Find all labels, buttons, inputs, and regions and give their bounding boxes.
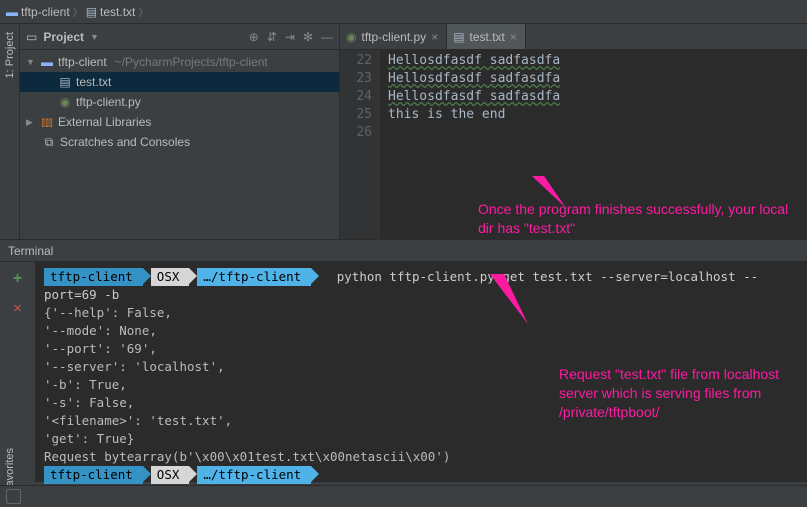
chevron-down-icon[interactable]: ▼ <box>26 57 36 67</box>
project-pane-title[interactable]: Project <box>43 30 84 44</box>
editor-code[interactable]: Hellosdfasdf sadfasdfa Hellosdfasdf sadf… <box>380 50 807 239</box>
target-icon[interactable]: ⊕ <box>249 30 259 44</box>
chevron-right-icon: 〉 <box>73 4 83 19</box>
line-number: 22 <box>340 52 372 70</box>
close-icon[interactable]: × <box>510 30 517 44</box>
code-line: Hellosdfasdf sadfasdfa <box>388 70 807 88</box>
terminal-label: Terminal <box>8 244 53 258</box>
tab-tftp-client-py[interactable]: ◉ tftp-client.py × <box>340 24 447 49</box>
prompt-seg-project: tftp-client <box>44 268 143 286</box>
terminal-output[interactable]: tftp-clientOSX…/tftp-client python tftp-… <box>36 262 807 482</box>
project-pane-header: ▭ Project ▼ ⊕ ⇵ ⇥ ✻ — <box>20 24 339 50</box>
breadcrumb-file[interactable]: ▤ test.txt <box>86 5 136 19</box>
tree-file-label: test.txt <box>76 75 111 89</box>
prompt-seg-path: …/tftp-client <box>197 466 311 484</box>
new-session-icon[interactable]: + <box>13 270 22 288</box>
tab-label: test.txt <box>470 30 505 44</box>
folder-icon: ▬ <box>40 55 54 69</box>
chevron-right-icon: 〉 <box>138 4 148 19</box>
terminal-line: 'get': True} <box>44 430 799 448</box>
text-file-icon: ▤ <box>58 75 72 89</box>
code-line: this is the end <box>388 106 807 124</box>
annotation-arrow <box>484 272 530 326</box>
prompt-seg-path: …/tftp-client <box>197 268 311 286</box>
tree-scratches[interactable]: ⧉ Scratches and Consoles <box>20 132 339 152</box>
tree-file-label: tftp-client.py <box>76 95 141 109</box>
hide-icon[interactable]: — <box>321 30 333 44</box>
terminal-pane: + × tftp-clientOSX…/tftp-client python t… <box>0 262 807 482</box>
scratches-icon: ⧉ <box>42 135 56 150</box>
tree-root-path: ~/PycharmProjects/tftp-client <box>115 55 268 69</box>
editor-pane: ◉ tftp-client.py × ▤ test.txt × 22 23 24… <box>340 24 807 239</box>
breadcrumb-file-label: test.txt <box>100 5 135 19</box>
editor-tabs: ◉ tftp-client.py × ▤ test.txt × <box>340 24 807 50</box>
terminal-header[interactable]: Terminal <box>0 240 807 262</box>
code-line: Hellosdfasdf sadfasdfa <box>388 88 807 106</box>
line-number: 24 <box>340 88 372 106</box>
project-pane: ▭ Project ▼ ⊕ ⇵ ⇥ ✻ — ▼ ▬ tftp-client ~/… <box>20 24 340 239</box>
tree-scratches-label: Scratches and Consoles <box>60 135 190 149</box>
code-line: Hellosdfasdf sadfasdfa <box>388 52 807 70</box>
folder-icon: ▭ <box>26 30 37 44</box>
tree-root-label: tftp-client <box>58 55 107 69</box>
chevron-down-icon[interactable]: ▼ <box>90 32 99 42</box>
collapse-icon[interactable]: ⇥ <box>285 30 295 44</box>
tree-file-tftp-client-py[interactable]: ◉ tftp-client.py <box>20 92 339 112</box>
tab-label: tftp-client.py <box>361 30 426 44</box>
terminal-line: '--port': '69', <box>44 340 799 358</box>
editor-gutter: 22 23 24 25 26 <box>340 50 380 239</box>
text-file-icon: ▤ <box>453 30 464 44</box>
left-tool-strip: 1: Project <box>0 24 20 239</box>
text-file-icon: ▤ <box>86 5 97 19</box>
folder-icon: ▬ <box>6 5 18 19</box>
tree-ext-label: External Libraries <box>58 115 151 129</box>
breadcrumb-root[interactable]: ▬ tftp-client <box>6 5 70 19</box>
status-bar <box>0 485 807 507</box>
close-session-icon[interactable]: × <box>13 300 22 317</box>
line-number: 26 <box>340 124 372 142</box>
annotation-text-1: Once the program finishes successfully, … <box>478 200 807 238</box>
python-file-icon: ◉ <box>58 95 72 109</box>
sidebar-tab-project[interactable]: 1: Project <box>4 32 16 78</box>
breadcrumb-root-label: tftp-client <box>21 5 70 19</box>
line-number: 25 <box>340 106 372 124</box>
tree-file-test-txt[interactable]: ▤ test.txt <box>20 72 339 92</box>
terminal-line: '--mode': None, <box>44 322 799 340</box>
prompt-seg-os: OSX <box>151 268 190 286</box>
terminal-line: {'--help': False, <box>44 304 799 322</box>
terminal-line: Request bytearray(b'\x00\x01test.txt\x00… <box>44 448 799 466</box>
gear-icon[interactable]: ✻ <box>303 30 313 44</box>
prompt-seg-os: OSX <box>151 466 190 484</box>
editor-body[interactable]: 22 23 24 25 26 Hellosdfasdf sadfasdfa He… <box>340 50 807 239</box>
prompt-seg-project: tftp-client <box>44 466 143 484</box>
close-icon[interactable]: × <box>431 30 438 44</box>
tree-external-libraries[interactable]: ▶ ⫾⫾⫾ External Libraries <box>20 112 339 132</box>
python-file-icon: ◉ <box>346 30 356 44</box>
tab-test-txt[interactable]: ▤ test.txt × <box>447 24 526 49</box>
status-square-icon[interactable] <box>6 489 21 504</box>
project-tree: ▼ ▬ tftp-client ~/PycharmProjects/tftp-c… <box>20 50 339 154</box>
chevron-right-icon[interactable]: ▶ <box>26 117 36 128</box>
project-toolbar: ⊕ ⇵ ⇥ ✻ — <box>249 30 333 44</box>
annotation-text-2: Request "test.txt" file from localhost s… <box>559 365 789 422</box>
tree-root[interactable]: ▼ ▬ tftp-client ~/PycharmProjects/tftp-c… <box>20 52 339 72</box>
breadcrumb: ▬ tftp-client 〉 ▤ test.txt 〉 <box>0 0 807 24</box>
library-icon: ⫾⫾⫾ <box>40 115 54 130</box>
sort-icon[interactable]: ⇵ <box>267 30 277 44</box>
line-number: 23 <box>340 70 372 88</box>
